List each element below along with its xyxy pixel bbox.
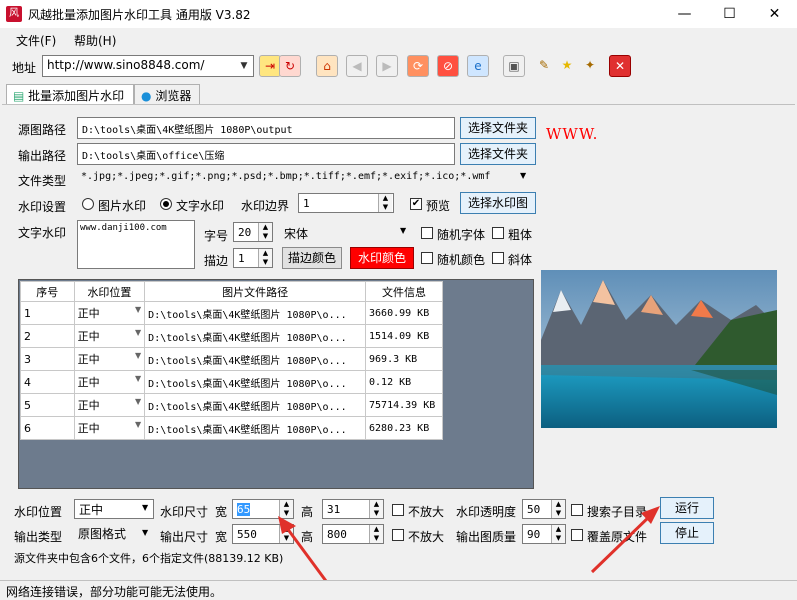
arrowhead	[278, 516, 296, 534]
status-bar: 网络连接错误，部分功能可能无法使用。	[0, 580, 797, 600]
arrow-to-run	[590, 512, 654, 574]
annotation-arrows	[278, 506, 660, 600]
